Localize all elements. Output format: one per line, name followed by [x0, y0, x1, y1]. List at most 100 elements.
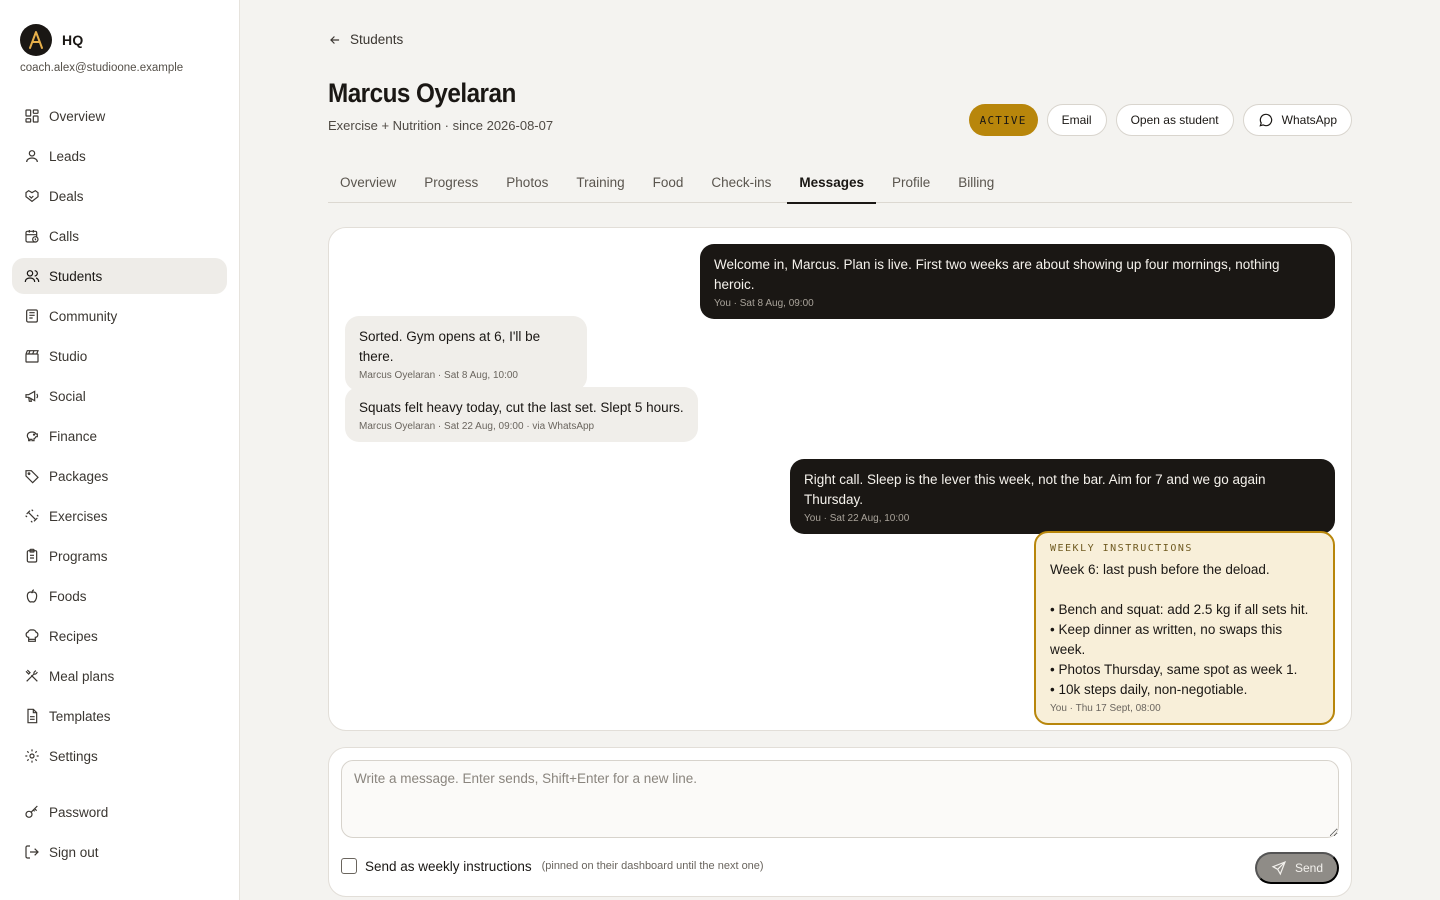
nav-item-label: Meal plans [49, 668, 115, 684]
tab-billing[interactable]: Billing [946, 162, 1006, 203]
nav-item-label: Deals [49, 188, 84, 204]
nav-item-label: Password [49, 804, 109, 820]
student-tabs: Overview Progress Photos Training Food C… [328, 162, 1352, 204]
nav-item-settings[interactable]: Settings [12, 738, 227, 774]
nav-item-label: Finance [49, 428, 98, 444]
tab-food[interactable]: Food [641, 162, 696, 203]
clipboard-list-icon [26, 548, 38, 563]
student-name: Marcus Oyelaran [328, 78, 516, 108]
sidebar: HQ coach.alex@studioone.example Overview… [0, 0, 240, 900]
message-input[interactable] [341, 760, 1339, 838]
piggy-bank-icon [26, 431, 38, 442]
gear-icon [25, 749, 39, 763]
back-to-students-link[interactable]: Students [328, 32, 403, 47]
message-composer: Send as weekly instructions (pinned on t… [328, 747, 1352, 897]
nav-item-calls[interactable]: Calls [12, 218, 227, 254]
apple-icon [26, 589, 38, 603]
student-subtitle: Exercise + Nutrition · since 2026-08-07 [328, 118, 554, 133]
tab-photos[interactable]: Photos [494, 162, 560, 203]
nav-item-studio[interactable]: Studio [12, 338, 227, 374]
message-circle-icon [1259, 113, 1272, 127]
nav-item-label: Exercises [49, 508, 108, 524]
nav-item-label: Calls [49, 228, 80, 244]
message-text: Squats felt heavy today, cut the last se… [359, 400, 684, 415]
file-text-icon [27, 708, 38, 724]
nav-item-label: Sign out [49, 844, 99, 860]
whatsapp-button[interactable]: WhatsApp [1242, 104, 1352, 136]
log-out-icon [25, 845, 39, 859]
nav-item-exercises[interactable]: Exercises [12, 498, 227, 534]
nav-item-label: Students [49, 268, 103, 284]
utensils-crossed-icon [25, 669, 38, 682]
nav-item-packages[interactable]: Packages [12, 458, 227, 494]
nav-item-templates[interactable]: Templates [12, 698, 227, 734]
brand-logo [20, 24, 52, 56]
dumbbell-icon [25, 509, 39, 523]
main-nav: Overview Leads Deals Calls Students Comm… [12, 98, 227, 778]
nav-item-programs[interactable]: Programs [12, 538, 227, 574]
nav-item-label: Templates [49, 708, 111, 724]
send-button[interactable]: Send [1254, 852, 1339, 884]
nav-item-label: Recipes [49, 628, 98, 644]
weekly-instructions-option: Send as weekly instructions (pinned on t… [341, 858, 764, 874]
user-icon [26, 150, 38, 163]
key-icon [25, 805, 38, 818]
tab-overview[interactable]: Overview [328, 162, 408, 203]
nav-item-label: Foods [49, 588, 87, 604]
nav-item-recipes[interactable]: Recipes [12, 618, 227, 654]
account-email: coach.alex@studioone.example [20, 62, 184, 74]
email-button[interactable]: Email [1046, 104, 1107, 136]
chef-hat-icon [25, 629, 39, 642]
tab-progress[interactable]: Progress [412, 162, 490, 203]
brand[interactable]: HQ [20, 24, 84, 56]
message-meta: You · Thu 17 Sept, 08:00 [1050, 703, 1161, 714]
message-meta: Marcus Oyelaran · Sat 22 Aug, 09:00 · vi… [359, 421, 595, 432]
message-bubble-outgoing: Right call. Sleep is the lever this week… [790, 459, 1335, 534]
handshake-icon [25, 189, 39, 203]
message-bubble-outgoing: Welcome in, Marcus. Plan is live. First … [700, 244, 1335, 319]
brand-name: HQ [62, 32, 84, 48]
nav-item-sign-out[interactable]: Sign out [12, 834, 227, 870]
message-meta: You · Sat 22 Aug, 10:00 [804, 513, 910, 524]
nav-item-label: Community [49, 308, 118, 324]
nav-item-social[interactable]: Social [12, 378, 227, 414]
calendar-clock-icon [25, 230, 39, 243]
message-text: Welcome in, Marcus. Plan is live. First … [714, 257, 1280, 292]
weekly-instructions-checkbox[interactable] [341, 858, 357, 874]
message-thread: Welcome in, Marcus. Plan is live. First … [328, 227, 1352, 731]
nav-item-leads[interactable]: Leads [12, 138, 227, 174]
open-as-student-button[interactable]: Open as student [1115, 104, 1234, 136]
send-button-label: Send [1294, 861, 1323, 875]
back-label: Students [350, 32, 404, 47]
nav-item-foods[interactable]: Foods [12, 578, 227, 614]
nav-item-students[interactable]: Students [12, 258, 227, 294]
tab-messages[interactable]: Messages [787, 162, 876, 204]
nav-item-community[interactable]: Community [12, 298, 227, 334]
tab-check-ins[interactable]: Check-ins [699, 162, 783, 203]
weekly-instructions-bubble: WEEKLY INSTRUCTIONS Week 6: last push be… [1034, 531, 1335, 725]
account-nav: Password Sign out [12, 794, 227, 874]
message-bubble-incoming: Sorted. Gym opens at 6, I'll be there. M… [345, 316, 587, 391]
logo-a-icon [29, 31, 43, 49]
nav-item-label: Overview [49, 108, 106, 124]
tab-profile[interactable]: Profile [880, 162, 942, 203]
nav-item-password[interactable]: Password [12, 794, 227, 830]
megaphone-icon [25, 390, 39, 402]
nav-item-overview[interactable]: Overview [12, 98, 227, 134]
nav-item-label: Packages [49, 468, 109, 484]
message-bubble-incoming: Squats felt heavy today, cut the last se… [345, 387, 698, 442]
clapperboard-icon [25, 350, 39, 363]
tag-icon [25, 470, 39, 484]
send-icon [1271, 860, 1287, 876]
header-actions: ACTIVE Email Open as student WhatsApp [968, 104, 1352, 136]
nav-item-label: Social [49, 388, 86, 404]
nav-item-label: Settings [49, 748, 98, 764]
nav-item-label: Programs [49, 548, 108, 564]
tab-training[interactable]: Training [564, 162, 636, 203]
nav-item-meal-plans[interactable]: Meal plans [12, 658, 227, 694]
nav-item-deals[interactable]: Deals [12, 178, 227, 214]
nav-item-finance[interactable]: Finance [12, 418, 227, 454]
whatsapp-button-label: WhatsApp [1281, 113, 1337, 127]
grid-icon [25, 109, 39, 123]
weekly-instructions-label[interactable]: Send as weekly instructions [365, 859, 532, 874]
